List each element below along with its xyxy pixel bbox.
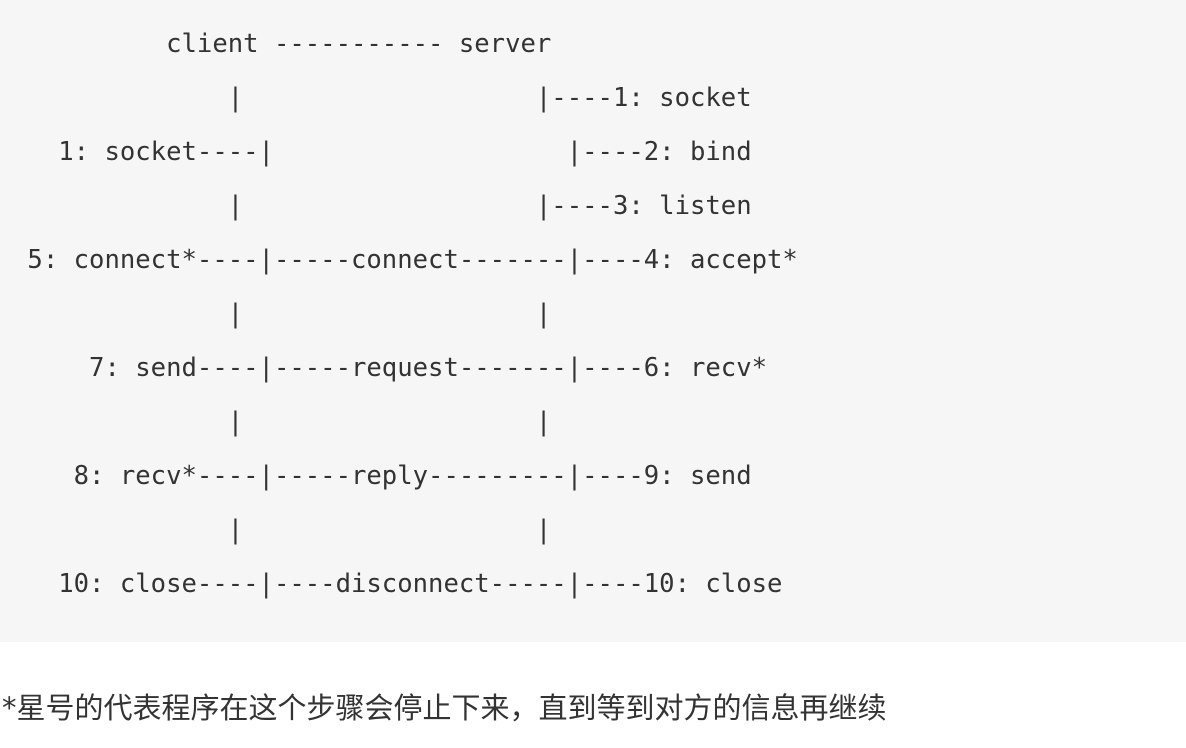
code-line: 10: close----|----disconnect-----|----10… bbox=[12, 569, 783, 599]
code-line: | |----3: listen bbox=[12, 191, 752, 221]
sequence-diagram-text: client ----------- server | |----1: sock… bbox=[12, 17, 798, 611]
code-line: | | bbox=[12, 407, 552, 437]
code-line: 8: recv*----|-----reply---------|----9: … bbox=[12, 461, 752, 491]
code-line: 5: connect*----|-----connect-------|----… bbox=[12, 245, 798, 275]
code-line: client ----------- server bbox=[12, 29, 552, 59]
code-line: | | bbox=[12, 515, 552, 545]
code-line: | |----1: socket bbox=[12, 83, 752, 113]
code-line: 1: socket----| |----2: bind bbox=[12, 137, 752, 167]
code-line: 7: send----|-----request-------|----6: r… bbox=[12, 353, 768, 383]
code-line: | | bbox=[12, 299, 552, 329]
document-page: client ----------- server | |----1: sock… bbox=[0, 0, 1186, 748]
code-block: client ----------- server | |----1: sock… bbox=[0, 0, 1186, 642]
asterisk-note: *星号的代表程序在这个步骤会停止下来，直到等到对方的信息再继续 bbox=[2, 691, 887, 725]
